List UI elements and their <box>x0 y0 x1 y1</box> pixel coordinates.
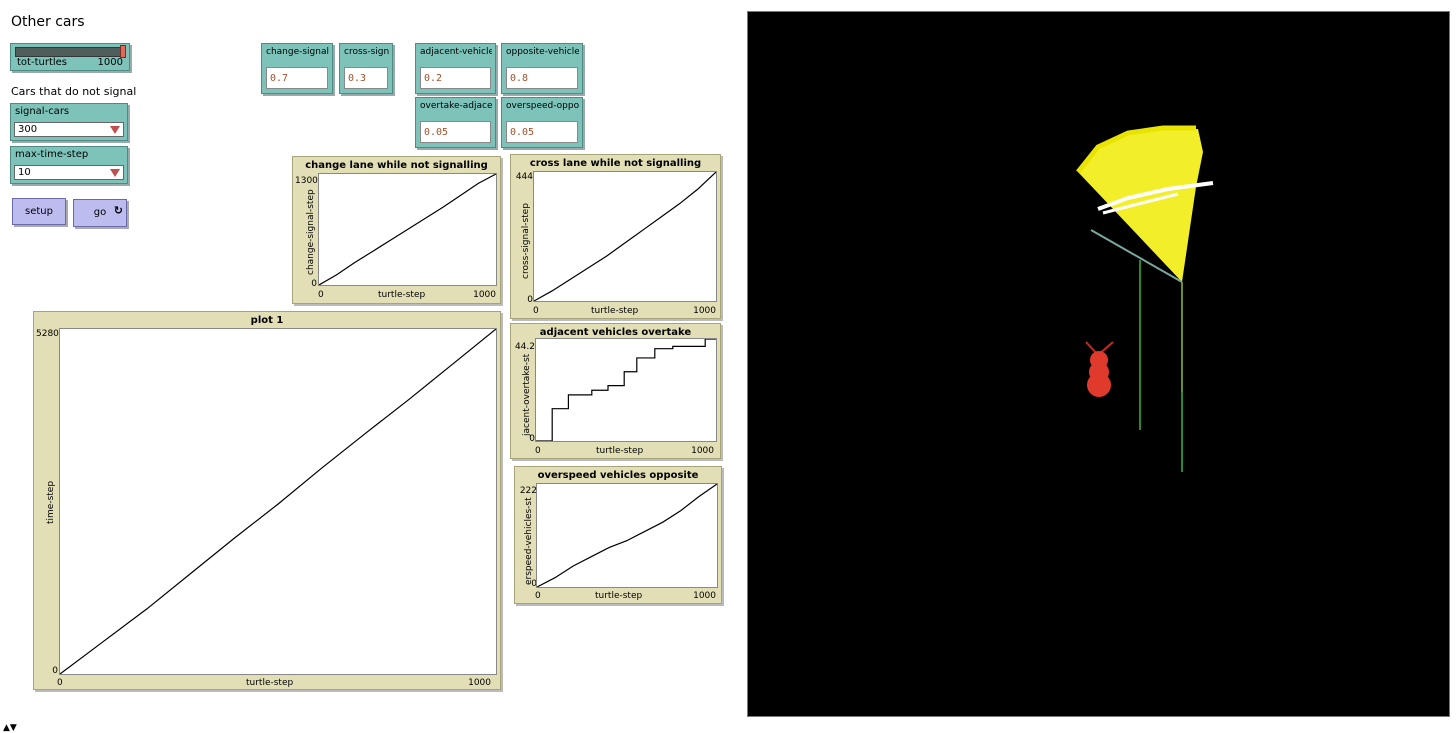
input-field[interactable]: 0.05 <box>420 121 491 143</box>
plot-change-lane: change lane while not signalling 1300 0 … <box>292 156 501 304</box>
tot-turtles-slider[interactable]: tot-turtles 1000 <box>10 43 130 71</box>
plot-title: change lane while not signalling <box>305 160 488 171</box>
plot-title: overspeed vehicles opposite <box>537 470 699 481</box>
max-time-step-chooser[interactable]: max-time-step 10 <box>10 146 128 184</box>
signal-cars-chooser[interactable]: signal-cars 300 <box>10 103 128 141</box>
y-axis-label: jacent-overtake-st <box>522 353 532 436</box>
go-button-label: go <box>93 207 107 218</box>
input-field[interactable]: 0.05 <box>506 121 578 143</box>
overtake-adjacent-input[interactable]: overtake-adjacent 0.05 <box>415 97 496 148</box>
series-line <box>534 172 716 301</box>
input-field[interactable]: 0.2 <box>420 67 491 89</box>
chevron-down-icon[interactable] <box>110 126 120 134</box>
x-max-label: 1000 <box>691 446 714 456</box>
y-axis-label: time-step <box>46 480 56 524</box>
plot-cross-lane: cross lane while not signalling 444 0 cr… <box>510 154 721 319</box>
series-line <box>536 339 716 441</box>
cross-signal-input[interactable]: cross-signal 0.3 <box>339 43 393 94</box>
x-min-label: 0 <box>535 591 541 601</box>
input-label: overspeed-oppos... <box>506 101 579 111</box>
plot-title: plot 1 <box>250 315 284 326</box>
input-field[interactable]: 0.8 <box>506 67 578 89</box>
plot-area <box>59 328 497 675</box>
y-min-label: 0 <box>311 279 317 289</box>
adjacent-vehicles-input[interactable]: adjacent-vehicles 0.2 <box>415 43 496 94</box>
x-max-label: 1000 <box>468 678 491 688</box>
input-label: overtake-adjacent <box>420 101 492 111</box>
x-min-label: 0 <box>535 446 541 456</box>
plot-area <box>533 171 717 302</box>
plot-adjacent-overtake: adjacent vehicles overtake 44.2 0 jacent… <box>510 323 721 459</box>
plot-title: cross lane while not signalling <box>529 158 702 169</box>
x-axis-label: turtle-step <box>595 591 643 601</box>
plot-svg <box>60 329 496 674</box>
slider-label: tot-turtles <box>17 57 67 68</box>
y-max-label: 1300 <box>295 176 318 186</box>
setup-button-label: setup <box>25 206 53 217</box>
overspeed-opposite-input[interactable]: overspeed-oppos... 0.05 <box>501 97 583 148</box>
plot-area <box>535 338 717 442</box>
x-max-label: 1000 <box>473 290 496 300</box>
y-axis-label: erspeed-vehicles-st <box>524 497 534 585</box>
input-field[interactable]: 0.3 <box>344 67 388 89</box>
slider-value: 1000 <box>97 57 123 68</box>
y-min-label: 0 <box>527 295 533 305</box>
series-line <box>537 484 717 587</box>
slider-track[interactable] <box>15 47 125 57</box>
x-min-label: 0 <box>57 678 63 688</box>
y-min-label: 0 <box>52 666 58 676</box>
input-field[interactable]: 0.7 <box>266 67 328 89</box>
input-label: change-signal <box>266 47 329 57</box>
chooser-label: signal-cars <box>15 106 70 117</box>
plot-area <box>318 173 497 286</box>
series-line <box>319 174 496 285</box>
y-axis-label: change-signal-step <box>306 189 316 275</box>
x-max-label: 1000 <box>693 306 716 316</box>
plot-area <box>536 483 718 588</box>
series-line <box>60 329 496 674</box>
chooser-value[interactable]: 10 <box>14 165 124 180</box>
x-axis-label: turtle-step <box>591 306 639 316</box>
world-view[interactable] <box>747 11 1450 717</box>
go-button[interactable]: go ↻ <box>73 199 127 227</box>
plot-svg <box>537 484 717 587</box>
x-min-label: 0 <box>533 306 539 316</box>
input-label: cross-signal <box>344 47 389 57</box>
y-axis-label: cross-signal-step <box>521 203 531 279</box>
plot-svg <box>536 339 716 441</box>
page-title: Other cars <box>11 14 85 30</box>
plot-svg <box>319 174 496 285</box>
x-axis-label: turtle-step <box>246 678 294 688</box>
plot-title: adjacent vehicles overtake <box>539 327 692 338</box>
opposite-vehicles-input[interactable]: opposite-vehicles 0.8 <box>501 43 583 94</box>
x-axis-label: turtle-step <box>378 290 426 300</box>
chooser-value-text: 300 <box>18 124 38 135</box>
input-label: opposite-vehicles <box>506 47 579 57</box>
chooser-value-text: 10 <box>18 167 31 178</box>
plot-svg <box>534 172 716 301</box>
red-turtle <box>1085 341 1114 397</box>
y-max-label: 444 <box>515 172 533 182</box>
turtle-tail <box>1087 373 1111 397</box>
chooser-value[interactable]: 300 <box>14 122 124 137</box>
plot-1: plot 1 5280 0 time-step 0 turtle-step 10… <box>33 311 501 690</box>
chooser-label: max-time-step <box>15 149 89 160</box>
note-label: Cars that do not signal <box>11 85 137 98</box>
y-max-label: 222 <box>519 486 537 496</box>
world-canvas <box>1076 125 1214 472</box>
forever-icon: ↻ <box>113 204 123 217</box>
setup-button[interactable]: setup <box>12 198 66 225</box>
chevron-down-icon[interactable] <box>110 169 120 177</box>
x-axis-label: turtle-step <box>596 446 644 456</box>
input-label: adjacent-vehicles <box>420 47 492 57</box>
x-min-label: 0 <box>318 290 324 300</box>
change-signal-input[interactable]: change-signal 0.7 <box>261 43 333 94</box>
y-max-label: 5280 <box>36 329 59 339</box>
y-max-label: 44.2 <box>514 342 535 352</box>
plot-overspeed-opposite: overspeed vehicles opposite 222 0 erspee… <box>514 466 722 604</box>
x-max-label: 1000 <box>693 591 716 601</box>
